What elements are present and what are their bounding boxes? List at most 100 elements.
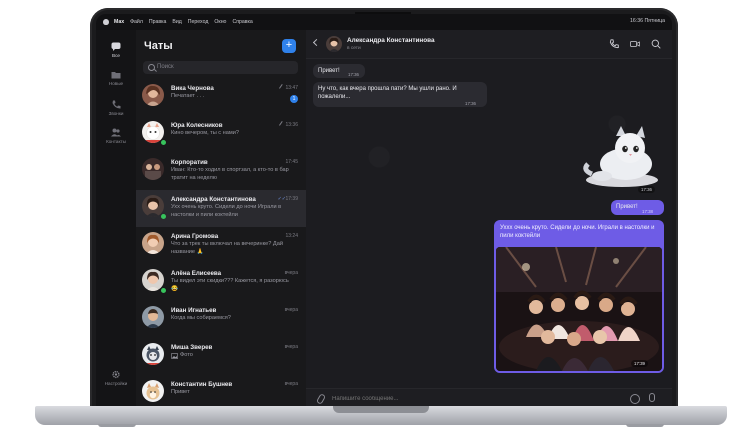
chat-list-item[interactable]: Юра Колесников 13:36 Кино вечером, ты с … bbox=[136, 116, 306, 153]
chat-list-item-selected[interactable]: Александра Константинова ✓✓ 17:39 Ухх оч… bbox=[136, 190, 306, 227]
chat-time: 13:47 bbox=[285, 85, 298, 91]
menu-bar: Max Файл Правка Вид Переход Окно Справка… bbox=[96, 14, 672, 30]
message-time: 17:36 bbox=[348, 72, 359, 77]
chat-name: Алёна Елисеева bbox=[171, 270, 222, 277]
rail-settings-label: Настройки bbox=[104, 381, 128, 386]
rail-calls[interactable]: Звонки bbox=[96, 100, 136, 116]
back-icon[interactable] bbox=[312, 38, 321, 47]
emoji-icon[interactable] bbox=[630, 394, 640, 404]
rail-new-label: Новые bbox=[108, 81, 124, 86]
menu-edit[interactable]: Правка bbox=[149, 19, 167, 25]
message-input[interactable] bbox=[330, 392, 634, 407]
chat-preview: Фото bbox=[180, 352, 193, 358]
incoming-message[interactable]: Ну что, как вчера прошла пати? Мы ушли р… bbox=[313, 82, 487, 107]
chat-list-item[interactable]: Корпоратив 17:45 Иван: Кто-то ходил в сп… bbox=[136, 153, 306, 190]
outgoing-photo-message[interactable]: Уххх очень круто. Сидели до ночи. Играли… bbox=[494, 220, 664, 373]
chat-name: Иван Игнатьев bbox=[171, 307, 217, 314]
chat-panel: Александра Константинова в сети Привет! … bbox=[306, 30, 672, 408]
online-indicator bbox=[160, 213, 167, 220]
chat-preview: Привет bbox=[171, 389, 190, 395]
message-text: Привет! bbox=[318, 68, 340, 74]
chat-preview: Что за трек ты включал на вечеринке? Дай… bbox=[171, 241, 283, 255]
avatar bbox=[142, 306, 164, 328]
new-chat-button[interactable]: + bbox=[282, 39, 296, 53]
menu-view[interactable]: Вид bbox=[172, 19, 181, 25]
chat-name: Вика Чернова bbox=[171, 85, 214, 92]
search-placeholder: Поиск bbox=[157, 64, 174, 70]
rail-new[interactable]: Новые bbox=[96, 70, 136, 86]
rail-calls-label: Звонки bbox=[108, 111, 124, 116]
chat-time: вчера bbox=[284, 381, 298, 387]
phone-icon[interactable] bbox=[609, 39, 619, 49]
rail-contacts-label: Контакты bbox=[106, 139, 126, 144]
search-icon bbox=[148, 64, 155, 71]
menu-window[interactable]: Окно bbox=[214, 19, 226, 25]
laptop-base bbox=[35, 406, 727, 425]
chat-time: вчера bbox=[284, 344, 298, 350]
rail-contacts[interactable]: Контакты bbox=[96, 128, 136, 144]
chat-name: Миша Зверев bbox=[171, 344, 213, 351]
chat-name: Александра Константинова bbox=[171, 196, 256, 203]
chat-time: 13:24 bbox=[285, 233, 298, 239]
search-icon[interactable] bbox=[651, 39, 661, 49]
chat-list-item[interactable]: Иван Игнатьев вчера Когда мы собираемся? bbox=[136, 301, 306, 338]
party-photo[interactable] bbox=[496, 247, 662, 371]
apple-icon[interactable] bbox=[103, 19, 109, 25]
chat-list-item[interactable]: Вика Чернова 13:47 Печатает . . . 1 bbox=[136, 79, 306, 116]
outgoing-message[interactable]: Привет! 17:38 bbox=[611, 200, 664, 215]
attach-icon[interactable] bbox=[315, 393, 327, 405]
chat-name: Корпоратив bbox=[171, 159, 208, 166]
menu-app[interactable]: Max bbox=[114, 19, 124, 25]
folder-icon bbox=[111, 72, 121, 79]
chat-list-item[interactable]: Миша Зверев вчера Фото bbox=[136, 338, 306, 375]
chat-preview: Иван: Кто-то ходил в спортзал, а кто-то … bbox=[171, 167, 289, 181]
message-text: Уххх очень круто. Сидели до ночи. Играли… bbox=[500, 225, 655, 239]
chat-time: вчера bbox=[284, 270, 298, 276]
chat-time: вчера bbox=[284, 307, 298, 313]
message-composer bbox=[306, 388, 672, 408]
search-field[interactable]: Поиск bbox=[143, 61, 298, 74]
chat-name: Константин Бушнев bbox=[171, 381, 233, 388]
photo-icon bbox=[171, 353, 178, 359]
menu-file[interactable]: Файл bbox=[130, 19, 143, 25]
phone-icon bbox=[112, 100, 121, 109]
chat-list-item[interactable]: Алёна Елисеева вчера Ты видел эти скидки… bbox=[136, 264, 306, 301]
chat-list-item[interactable]: Константин Бушнев вчера Привет bbox=[136, 375, 306, 408]
microphone-icon[interactable] bbox=[649, 393, 655, 402]
chat-preview: Печатает . . . bbox=[171, 93, 205, 99]
laptop-foot bbox=[626, 424, 664, 427]
chat-time: 17:39 bbox=[285, 196, 298, 202]
cat-sticker[interactable] bbox=[582, 124, 662, 188]
chat-preview: Ухх очень круто. Сидели до ночи Играли в… bbox=[171, 204, 282, 218]
avatar bbox=[142, 232, 164, 254]
menubar-clock: 16:36 Пятница bbox=[630, 18, 665, 24]
laptop-foot bbox=[98, 424, 136, 427]
chat-name: Арина Громова bbox=[171, 233, 219, 240]
rail-settings[interactable]: Настройки bbox=[96, 370, 136, 386]
contact-name[interactable]: Александра Константинова bbox=[347, 37, 435, 44]
avatar[interactable] bbox=[326, 36, 342, 52]
nav-rail: Все Новые Звонки Контакты Настройки bbox=[96, 30, 137, 408]
avatar bbox=[142, 343, 164, 365]
online-indicator bbox=[160, 139, 167, 146]
rail-all[interactable]: Все bbox=[96, 42, 136, 58]
unread-badge: 1 bbox=[290, 95, 298, 103]
avatar bbox=[142, 158, 164, 180]
chat-preview: Ты видел эти скидки??? Кажется, я разорю… bbox=[171, 278, 289, 292]
chat-list-panel: Чаты + Поиск Вика Чернова 13:47 Печатает… bbox=[136, 30, 307, 408]
menu-go[interactable]: Переход bbox=[188, 19, 209, 25]
video-call-icon[interactable] bbox=[630, 39, 640, 49]
chat-time: 17:45 bbox=[285, 159, 298, 165]
incoming-message[interactable]: Привет! 17:36 bbox=[313, 64, 365, 78]
message-time: 17:39 bbox=[631, 360, 648, 367]
message-text: Привет! bbox=[616, 204, 638, 210]
menu-help[interactable]: Справка bbox=[232, 19, 252, 25]
chat-preview: Кино вечером, ты с нами? bbox=[171, 130, 239, 136]
contact-status: в сети bbox=[347, 46, 361, 51]
message-time: 17:38 bbox=[642, 209, 653, 214]
chat-preview: Когда мы собираемся? bbox=[171, 315, 231, 321]
avatar bbox=[142, 380, 164, 402]
chat-list-item[interactable]: Арина Громова 13:24 Что за трек ты включ… bbox=[136, 227, 306, 264]
chat-header: Александра Константинова в сети bbox=[306, 30, 672, 59]
laptop-opening-notch bbox=[333, 406, 429, 413]
